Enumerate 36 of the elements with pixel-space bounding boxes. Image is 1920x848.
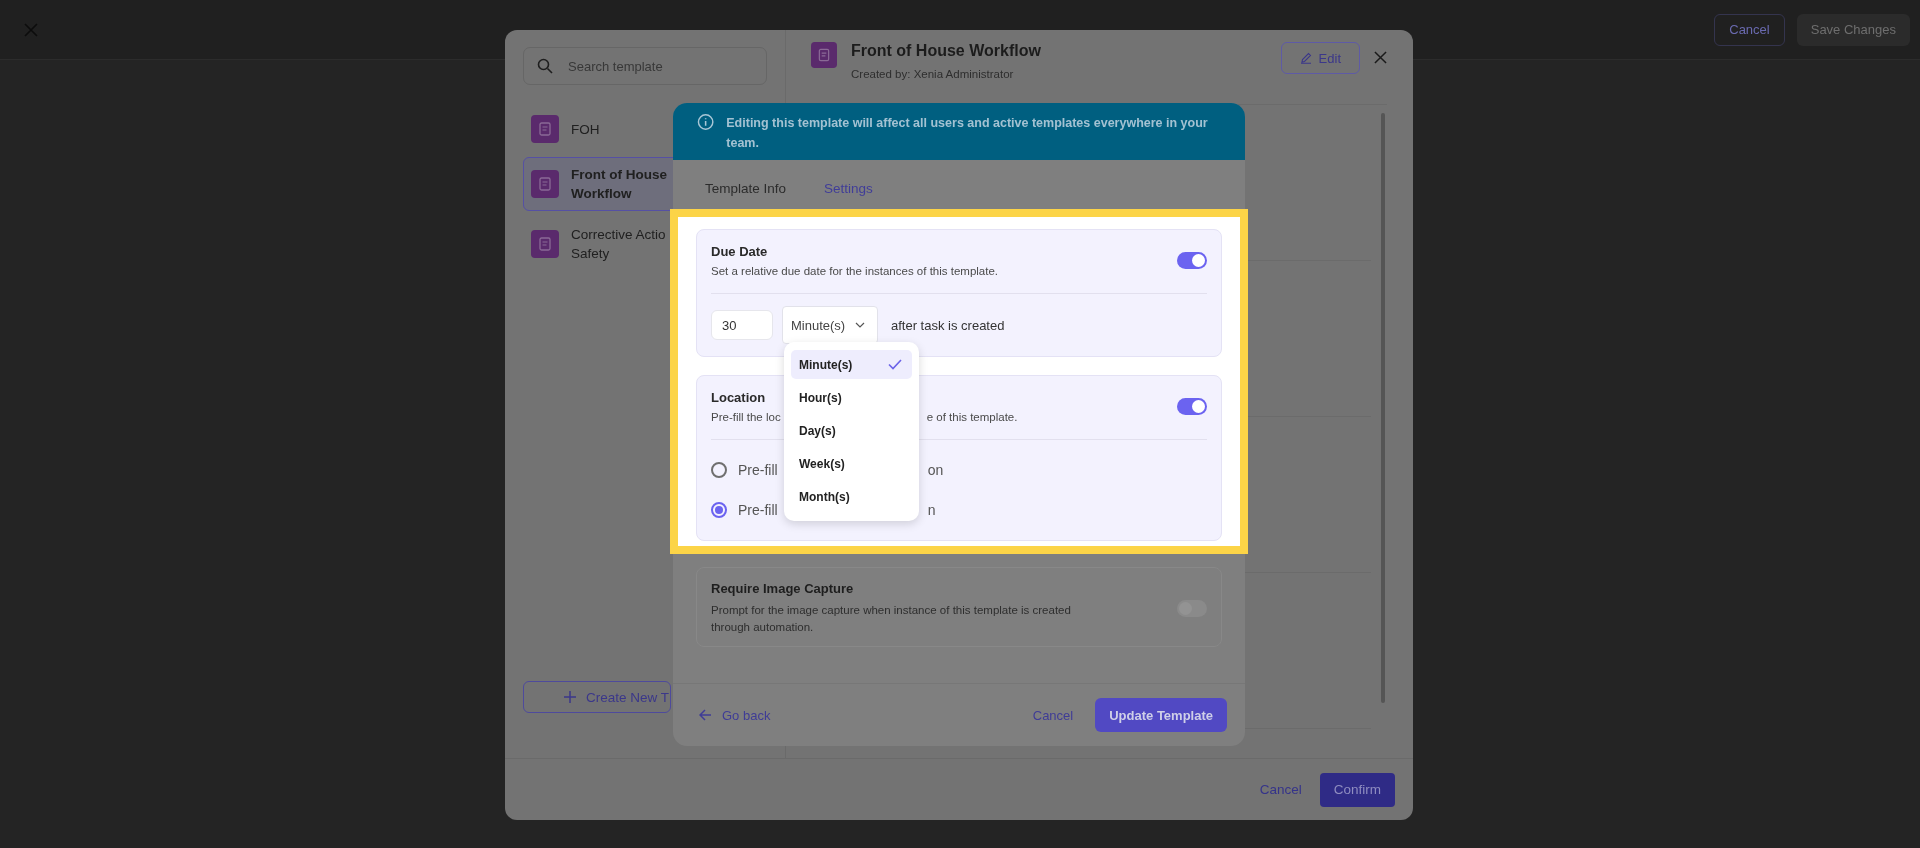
setting-description: Prompt for the image capture when instance of this template is created through automation. — [711, 603, 1072, 635]
setting-title: Location — [711, 390, 766, 405]
option-label: n — [927, 502, 936, 518]
tab[interactable]: Settings — [812, 168, 885, 211]
template-title: Front of House Workflow — [851, 42, 1042, 60]
menu-item[interactable]: Hour(s) — [791, 383, 912, 412]
update-template-button[interactable]: Update Template — [1095, 698, 1227, 732]
template-name: Corrective Actio Safety — [571, 226, 667, 263]
setting-description: Pre-fill the loc — [711, 411, 781, 423]
setting-description: e of this template. — [926, 411, 1018, 423]
unit-select[interactable]: Minute(s) — [782, 306, 878, 344]
template-name: FOH — [571, 120, 601, 139]
option-label: on — [927, 462, 944, 478]
banner-text: Editing this template will affect all users and active templates everywhere in your team. — [726, 115, 1209, 152]
menu-item[interactable]: Week(s) — [791, 449, 912, 478]
amount-field[interactable]: 30 — [711, 310, 773, 340]
cancel-button[interactable]: Cancel — [1026, 706, 1080, 724]
edit-button[interactable]: Edit — [1280, 42, 1360, 74]
create-template-button[interactable]: Create New T — [523, 681, 671, 713]
menu-item[interactable]: Month(s) — [791, 482, 912, 511]
option-label: Pre-fill — [738, 462, 778, 478]
suffix-text: after task is created — [891, 317, 1005, 333]
setting-title: Due Date — [711, 244, 768, 259]
option-label: Pre-fill — [738, 502, 778, 518]
confirm-button[interactable]: Confirm — [1319, 772, 1395, 807]
setting-description: Set a relative due date for the instances of this template. — [711, 265, 999, 277]
setting-title: Require Image Capture — [711, 581, 854, 596]
menu-item[interactable]: Minute(s) — [791, 350, 912, 379]
go-back-button[interactable]: Go back — [693, 706, 777, 724]
search-field[interactable]: Search template — [523, 47, 767, 85]
created-by-text: Created by: Xenia Administrator — [851, 68, 1015, 80]
cancel-button[interactable]: Cancel — [1253, 781, 1308, 798]
template-name: Front of House Workflow — [571, 166, 668, 203]
menu-item[interactable]: Day(s) — [791, 416, 912, 445]
cancel-button[interactable]: Cancel — [1714, 13, 1785, 46]
save-changes-button[interactable]: Save Changes — [1796, 13, 1910, 46]
